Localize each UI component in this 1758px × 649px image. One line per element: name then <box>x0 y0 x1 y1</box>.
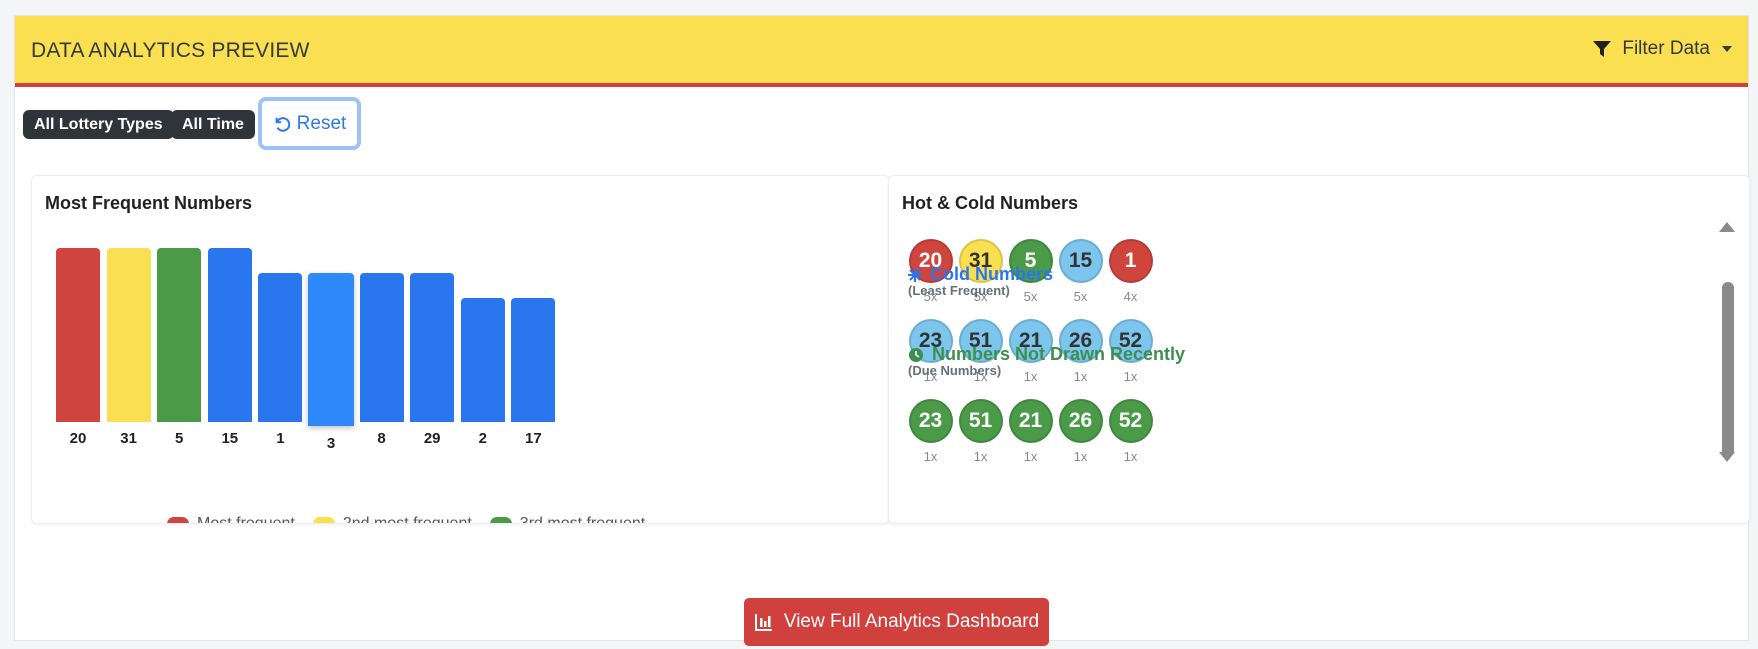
bar-3[interactable] <box>308 273 354 426</box>
ball-count: 1x <box>1073 449 1088 464</box>
due-numbers-title: Numbers Not Drawn Recently <box>932 344 1186 364</box>
bar-31[interactable] <box>106 248 151 422</box>
due-numbers-heading: Numbers Not Drawn Recently <box>908 344 1185 365</box>
cold-numbers-title: Cold Numbers <box>930 264 1054 284</box>
cold-numbers-subtitle: (Least Frequent) <box>908 283 1010 298</box>
bar-tick-label: 2 <box>478 430 487 447</box>
ball-count: 1x <box>973 449 988 464</box>
ball-count: 1x <box>1073 369 1088 384</box>
ball-count: 1x <box>1123 369 1138 384</box>
legend-swatch <box>489 517 512 523</box>
ball-count: 5x <box>1073 289 1088 304</box>
number-ball-item: 21 1x <box>1008 399 1053 464</box>
bar-tick-label: 20 <box>69 430 87 447</box>
number-ball-item: 51 1x <box>958 399 1003 464</box>
number-ball: 21 <box>1008 399 1053 443</box>
ball-count: 1x <box>1023 449 1038 464</box>
bar-tick-label: 31 <box>120 430 137 447</box>
bar-15[interactable] <box>207 248 252 422</box>
chevron-down-icon <box>1722 46 1732 52</box>
undo-icon <box>275 116 290 132</box>
lottery-type-badge: All Lottery Types <box>23 110 174 139</box>
bar-tick-label: 3 <box>326 435 336 452</box>
chart-legend: Most frequent 2nd most frequent 3rd most f… <box>167 515 646 524</box>
page-title: DATA ANALYTICS PREVIEW <box>31 39 310 62</box>
filter-icon <box>1593 41 1612 57</box>
ball-count: 4x <box>1123 289 1138 304</box>
view-dashboard-label: View Full Analytics Dashboard <box>783 611 1040 632</box>
number-ball-item: 15 5x <box>1058 239 1103 304</box>
bar-5[interactable] <box>157 248 202 422</box>
bar-tick-label: 15 <box>221 430 239 447</box>
number-ball: 15 <box>1058 239 1103 283</box>
due-numbers-row: 23 1x 51 1x 21 1x 26 1x 52 1x <box>908 399 1153 464</box>
filter-data-button[interactable]: Filter Data <box>1592 38 1732 60</box>
number-ball-item: 1 4x <box>1108 239 1153 304</box>
hot-cold-title: Hot & Cold Numbers <box>902 193 1079 213</box>
bar-29[interactable] <box>410 273 455 422</box>
ball-count: 1x <box>923 449 938 464</box>
card-scrollbar[interactable] <box>1719 222 1735 462</box>
number-ball-item: 52 1x <box>1108 399 1153 464</box>
bar-tick-label: 8 <box>377 430 386 447</box>
number-ball: 51 <box>958 399 1003 443</box>
legend-label: 3rd most frequent <box>519 515 646 524</box>
number-ball: 52 <box>1108 399 1153 443</box>
legend-item[interactable]: 3rd most frequent <box>489 515 646 524</box>
legend-item[interactable]: 2nd most frequent <box>312 515 472 524</box>
bar-tick-label: 5 <box>175 430 184 447</box>
bar-1[interactable] <box>258 273 303 422</box>
due-numbers-subtitle: (Due Numbers) <box>908 363 1002 378</box>
legend-item[interactable]: Most frequent <box>167 515 295 524</box>
bar-2[interactable] <box>460 298 505 422</box>
number-ball: 26 <box>1058 399 1103 443</box>
legend-swatch <box>167 517 189 523</box>
number-ball: 1 <box>1108 239 1153 283</box>
bar-20[interactable] <box>56 248 100 422</box>
bar-tick-label: 17 <box>525 430 542 447</box>
reset-label: Reset <box>296 112 347 134</box>
legend-label: Most frequent <box>197 515 295 524</box>
scroll-thumb[interactable] <box>1722 282 1734 457</box>
analytics-preview-panel: DATA ANALYTICS PREVIEW Filter Data All L… <box>14 15 1750 646</box>
bar-17[interactable] <box>511 298 556 422</box>
header-bar: DATA ANALYTICS PREVIEW Filter Data <box>15 16 1748 87</box>
most-frequent-card: Most Frequent Numbers 20 31 5 15 1 3 8 29 2 17 Mo… <box>31 175 890 524</box>
bar-tick-label: 1 <box>276 430 285 447</box>
chart-bar-icon <box>754 614 772 631</box>
ball-count: 5x <box>1023 289 1038 304</box>
frequency-bar-chart: 20 31 5 15 1 3 8 29 2 17 <box>32 176 889 523</box>
hot-cold-card: Hot & Cold Numbers 20 5x 31 5x 5 5x 15 5x 1 4x Co… <box>888 175 1750 524</box>
scroll-down-arrow[interactable] <box>1719 452 1735 462</box>
number-ball-item: 23 1x <box>908 399 953 464</box>
snowflake-icon <box>908 267 922 282</box>
number-ball-item: 26 1x <box>1058 399 1103 464</box>
ball-count: 1x <box>1123 449 1138 464</box>
reset-button[interactable]: Reset <box>258 97 361 150</box>
clock-icon <box>909 347 923 362</box>
legend-label: 2nd most frequent <box>342 515 472 524</box>
view-dashboard-button[interactable]: View Full Analytics Dashboard <box>744 598 1049 646</box>
ball-count: 1x <box>1023 369 1038 384</box>
time-range-badge: All Time <box>171 110 255 139</box>
bar-tick-label: 29 <box>423 430 441 447</box>
bar-8[interactable] <box>359 273 404 422</box>
scroll-up-arrow[interactable] <box>1719 222 1735 232</box>
number-ball: 23 <box>908 399 953 443</box>
filter-data-label: Filter Data <box>1622 38 1710 59</box>
legend-swatch <box>312 517 335 523</box>
cold-numbers-heading: Cold Numbers <box>908 264 1053 285</box>
